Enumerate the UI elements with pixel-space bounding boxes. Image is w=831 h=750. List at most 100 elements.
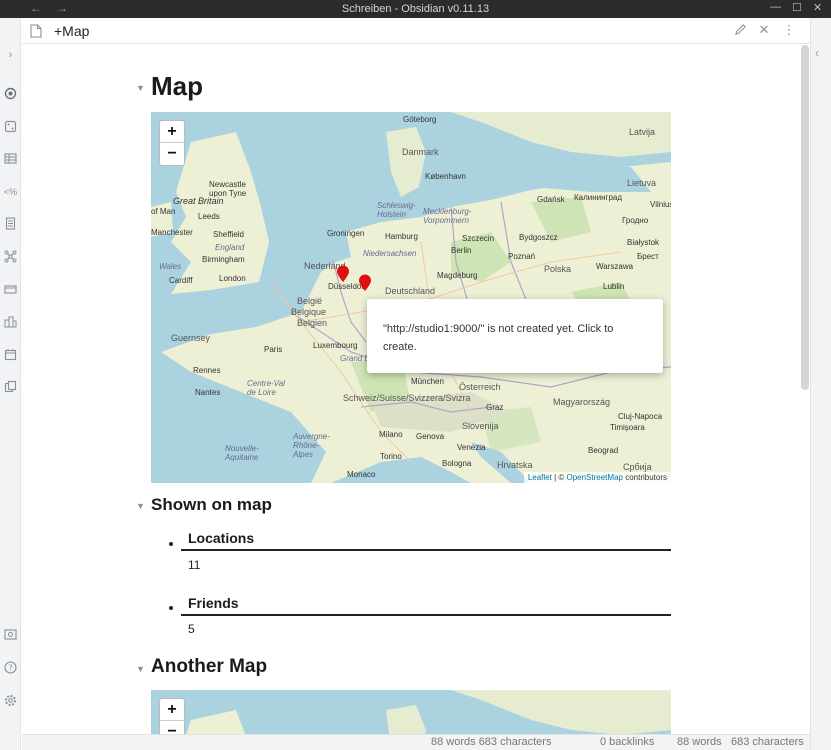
popup-text[interactable]: "http://studio1:9000/" is not created ye… xyxy=(383,323,613,353)
map-label: Monaco xyxy=(347,470,376,479)
leaflet-link[interactable]: Leaflet xyxy=(528,473,552,482)
zoom-out-button[interactable]: − xyxy=(160,721,184,734)
osm-link[interactable]: OpenStreetMap xyxy=(566,473,622,482)
network-icon[interactable] xyxy=(3,250,18,265)
map-label: Deutschland xyxy=(385,286,436,296)
map-label: Bydgoszcz xyxy=(519,233,558,242)
fold-arrow-icon[interactable]: ▼ xyxy=(136,501,145,511)
dice-icon[interactable] xyxy=(3,120,18,135)
map-popup[interactable]: "http://studio1:9000/" is not created ye… xyxy=(367,299,663,373)
map-label: Luxembourg xyxy=(313,341,358,350)
map-label: Калининград xyxy=(574,193,623,202)
vault-icon[interactable] xyxy=(3,628,18,643)
window-title: Schreiben - Obsidian v0.11.13 xyxy=(341,3,490,15)
map-label: Milano xyxy=(379,430,403,439)
characters-status: 683 characters xyxy=(731,736,804,748)
edit-icon[interactable] xyxy=(733,23,747,37)
list-bullet xyxy=(169,542,173,546)
editor-content[interactable]: ▼ Map Göteborg Latvija Danmark København… xyxy=(22,45,800,734)
map-label: Cluj-Napoca xyxy=(618,412,663,421)
view-header: +Map ✕ ⋮ xyxy=(22,18,810,44)
window-close-icon[interactable]: ✕ xyxy=(813,1,822,14)
map-label: Danmark xyxy=(402,147,439,157)
map-label: Torino xyxy=(380,452,402,461)
more-options-icon[interactable]: ⋮ xyxy=(782,23,796,37)
heading-shown-on-map: Shown on map xyxy=(151,495,272,514)
maximize-icon[interactable]: ☐ xyxy=(792,1,802,14)
scrollbar[interactable] xyxy=(801,45,809,390)
map-label: Österreich xyxy=(459,382,501,392)
map-label: Vilnius xyxy=(650,200,671,209)
map-marker-icon[interactable] xyxy=(336,265,350,283)
map-label: Paris xyxy=(264,345,283,354)
map-label: Гродно xyxy=(622,216,649,225)
word-count-status: 88 words 683 characters xyxy=(431,736,552,748)
map-label: Auvergne-Rhône-Alpes xyxy=(293,432,330,459)
map-label: België xyxy=(297,296,323,306)
map-label: Hrvatska xyxy=(497,460,533,470)
graph-icon[interactable] xyxy=(3,87,18,102)
map-label: Niedersachsen xyxy=(363,249,417,258)
map-marker-icon[interactable] xyxy=(358,274,372,292)
map-attribution: Leaflet | © OpenStreetMap contributors xyxy=(523,472,671,483)
map-label: Sheffield xyxy=(213,230,244,239)
map-label: Bologna xyxy=(442,459,472,468)
list-item-heading: Locations xyxy=(188,530,255,546)
map-label: København xyxy=(425,172,466,181)
map-label: Genova xyxy=(416,432,445,441)
map-label: Guernsey xyxy=(171,333,211,343)
map-label: Graz xyxy=(486,403,504,412)
map-label: Lublin xyxy=(603,282,625,291)
map-label: of Man xyxy=(151,207,176,216)
map-tiles xyxy=(151,112,671,483)
copy-icon[interactable] xyxy=(3,380,18,395)
table-icon[interactable] xyxy=(3,152,18,167)
words-status: 88 words xyxy=(677,736,722,748)
slides-icon[interactable] xyxy=(3,283,18,298)
view-title[interactable]: +Map xyxy=(54,23,89,39)
left-ribbon: › <% ? xyxy=(0,18,21,750)
close-icon[interactable]: ✕ xyxy=(757,23,771,37)
collapse-left-icon[interactable]: › xyxy=(3,48,18,63)
map-label: Groningen xyxy=(327,229,365,238)
collapse-right-icon[interactable]: ‹ xyxy=(815,46,819,60)
help-icon[interactable]: ? xyxy=(3,661,18,676)
document-icon[interactable] xyxy=(3,217,18,232)
divider xyxy=(181,549,671,551)
map-label: Magdeburg xyxy=(437,271,478,280)
map-label: Beograd xyxy=(588,446,619,455)
backlinks-status[interactable]: 0 backlinks xyxy=(600,736,654,748)
map-label: Timișoara xyxy=(610,423,645,432)
map-label: Birmingham xyxy=(202,255,245,264)
zoom-control: + − xyxy=(159,120,185,166)
leaflet-map[interactable]: + − xyxy=(151,690,671,734)
leaflet-map[interactable]: Göteborg Latvija Danmark København Lietu… xyxy=(151,112,671,483)
heading-another-map: Another Map xyxy=(151,656,268,677)
map-label: Mecklenburg-Vorpommern xyxy=(423,207,472,225)
map-label: Belgien xyxy=(297,318,328,328)
settings-icon[interactable] xyxy=(3,694,18,709)
template-icon[interactable]: <% xyxy=(3,185,18,200)
map-label: Venezia xyxy=(457,443,486,452)
map-label: Nouvelle-Aquitaine xyxy=(225,444,259,462)
zoom-in-button[interactable]: + xyxy=(160,121,184,143)
map-label: Rennes xyxy=(193,366,221,375)
minimize-icon[interactable]: — xyxy=(770,1,781,13)
zoom-in-button[interactable]: + xyxy=(160,699,184,721)
map-label: Leeds xyxy=(198,212,220,221)
list-bullet xyxy=(169,606,173,610)
calendar-icon[interactable] xyxy=(3,348,18,363)
zoom-control: + − xyxy=(159,698,185,734)
map-label: Warszawa xyxy=(596,262,634,271)
map-label: Magyarország xyxy=(553,397,611,407)
list-item-heading: Friends xyxy=(188,595,239,611)
map-label: Białystok xyxy=(627,238,660,247)
map-label: München xyxy=(411,377,444,386)
fold-arrow-icon[interactable]: ▼ xyxy=(136,83,145,93)
blocks-icon[interactable] xyxy=(3,315,18,330)
map-label: Брест xyxy=(637,252,659,261)
fold-arrow-icon[interactable]: ▼ xyxy=(136,664,145,674)
map-label: London xyxy=(219,274,246,283)
zoom-out-button[interactable]: − xyxy=(160,143,184,165)
window-title-bar: ← → Schreiben - Obsidian v0.11.13 — ☐ ✕ xyxy=(0,0,831,18)
